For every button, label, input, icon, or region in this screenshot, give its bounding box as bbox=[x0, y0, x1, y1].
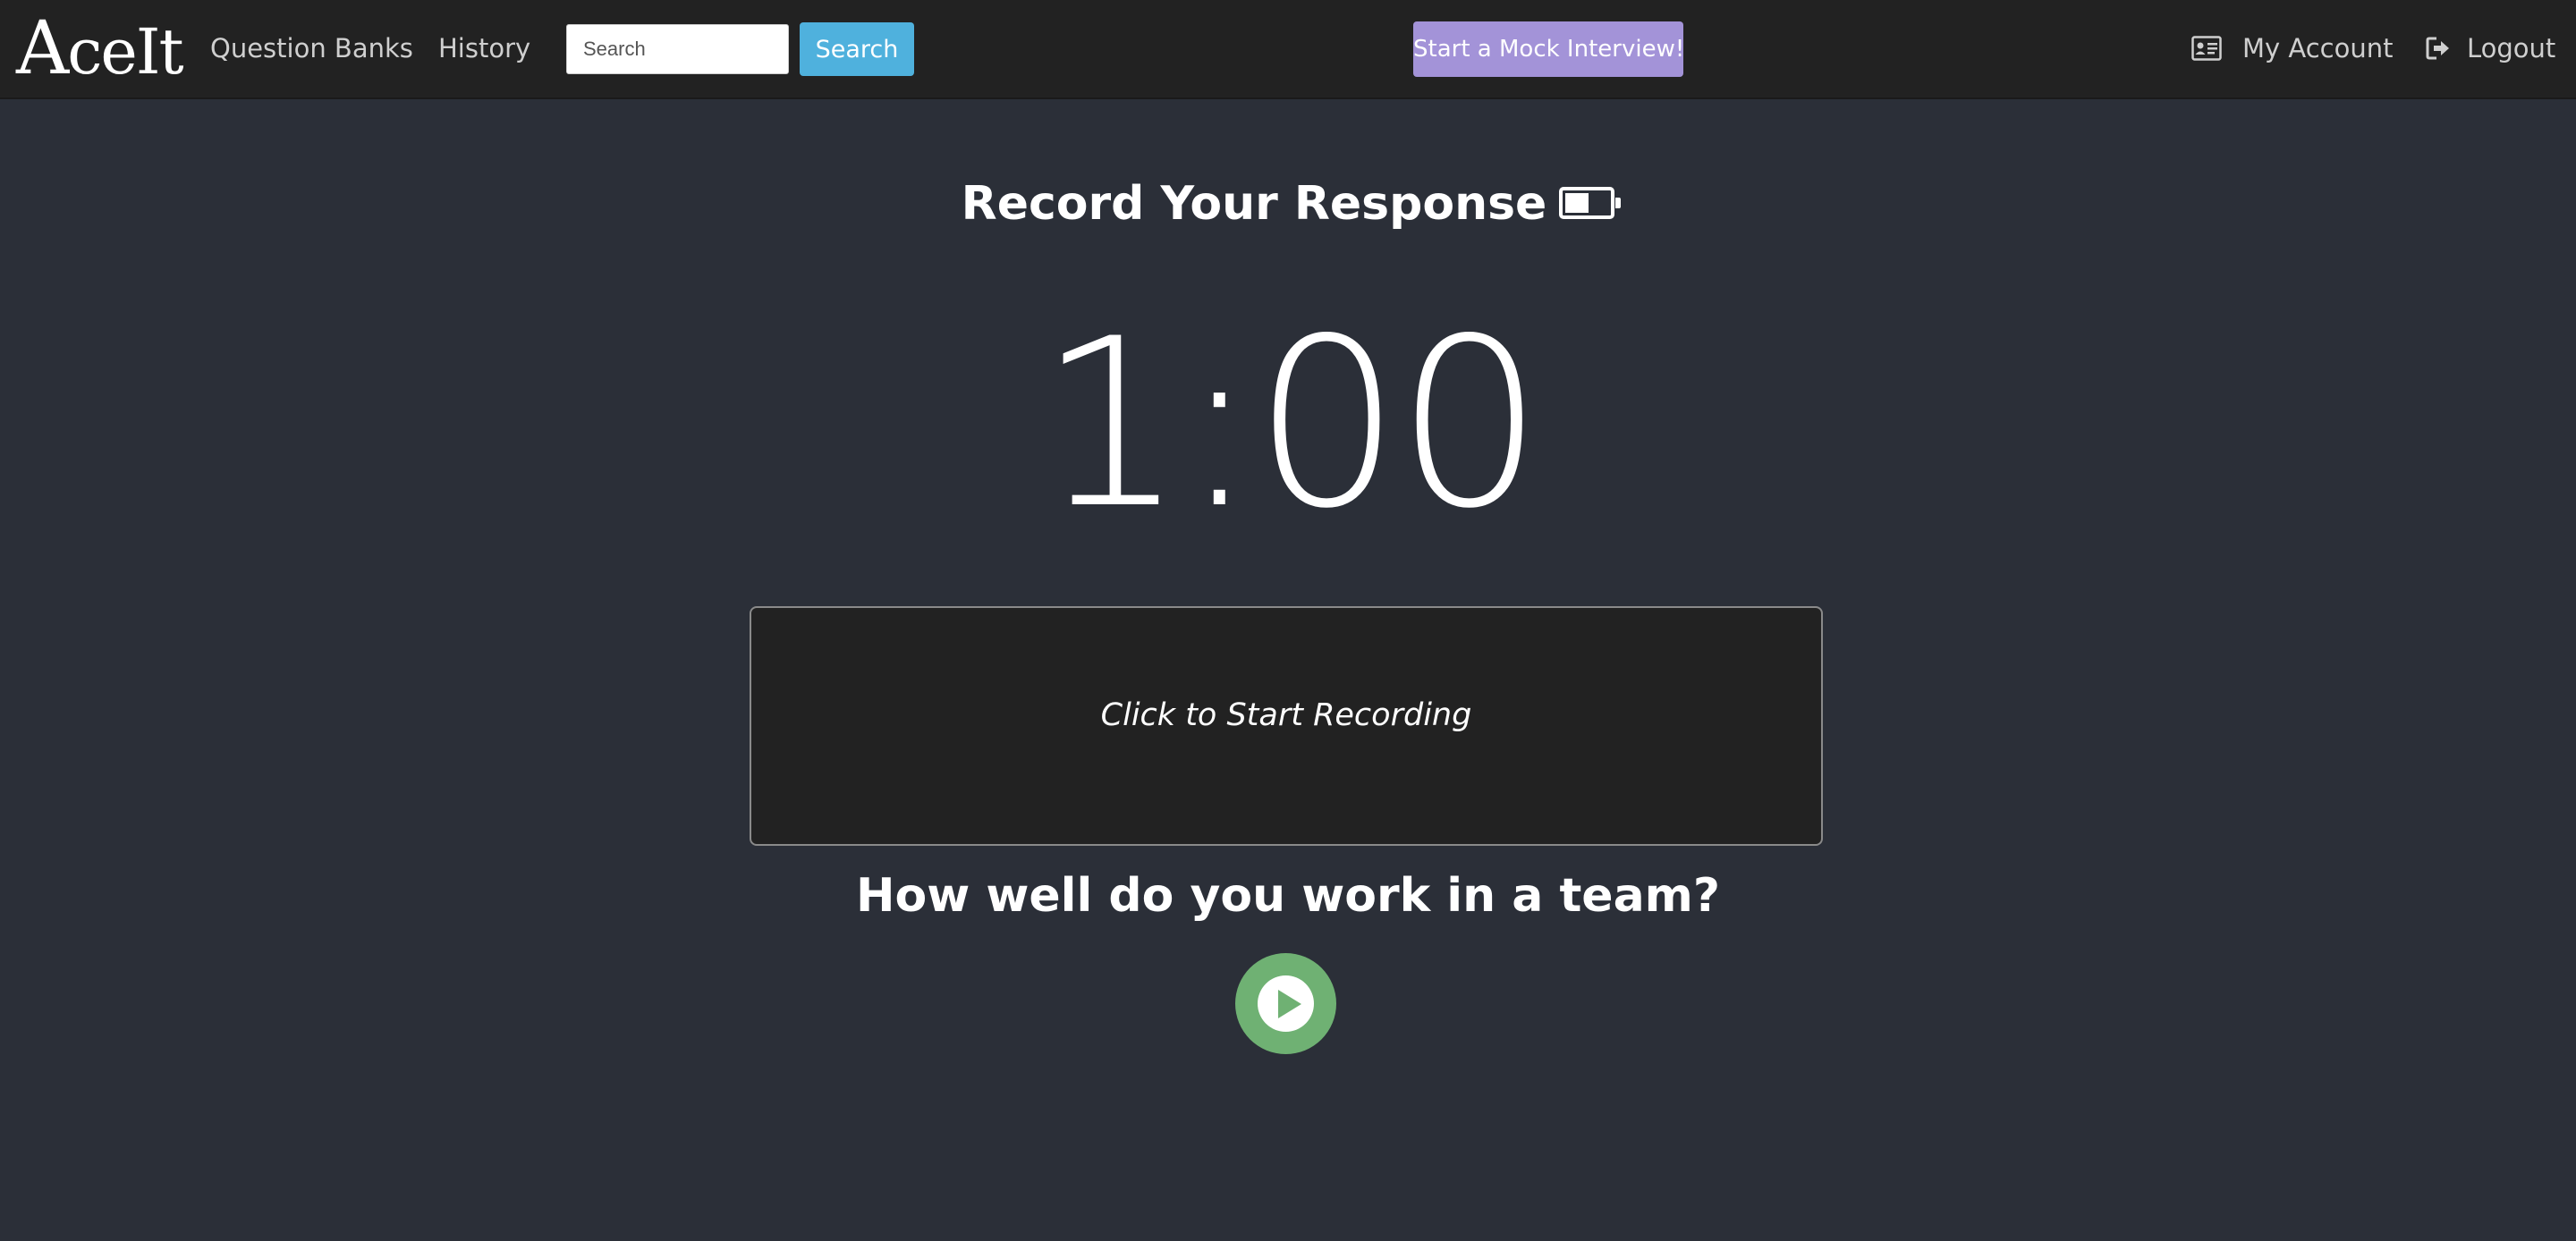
top-navbar: AceIt Question Banks History Search Star… bbox=[0, 0, 2576, 99]
brand-logo-initial: A bbox=[16, 6, 69, 91]
search-button[interactable]: Search bbox=[800, 22, 914, 76]
search-input[interactable] bbox=[566, 24, 789, 74]
id-card-icon bbox=[2191, 36, 2222, 61]
battery-icon bbox=[1559, 187, 1622, 219]
start-recording-label: Click to Start Recording bbox=[1100, 697, 1472, 733]
start-mock-interview-button[interactable]: Start a Mock Interview! bbox=[1413, 21, 1684, 77]
countdown-timer: 1:00 bbox=[1038, 290, 1544, 560]
play-icon bbox=[1258, 975, 1314, 1032]
play-question-button[interactable] bbox=[1235, 953, 1336, 1054]
nav-history[interactable]: History bbox=[438, 0, 530, 97]
battery-level bbox=[1565, 193, 1589, 213]
interview-question: How well do you work in a team? bbox=[855, 869, 1721, 923]
nav-question-banks[interactable]: Question Banks bbox=[210, 0, 413, 97]
play-triangle bbox=[1278, 990, 1301, 1018]
record-response-heading: Record Your Response bbox=[0, 168, 2576, 240]
brand-logo-rest: ceIt bbox=[67, 15, 183, 89]
nav-logout[interactable]: Logout bbox=[2467, 0, 2555, 97]
page-title: Record Your Response bbox=[961, 177, 1547, 231]
nav-my-account[interactable]: My Account bbox=[2242, 0, 2394, 97]
sign-out-icon bbox=[2426, 37, 2449, 60]
brand-logo[interactable]: AceIt bbox=[16, 6, 184, 91]
start-recording-area[interactable]: Click to Start Recording bbox=[750, 606, 1823, 846]
